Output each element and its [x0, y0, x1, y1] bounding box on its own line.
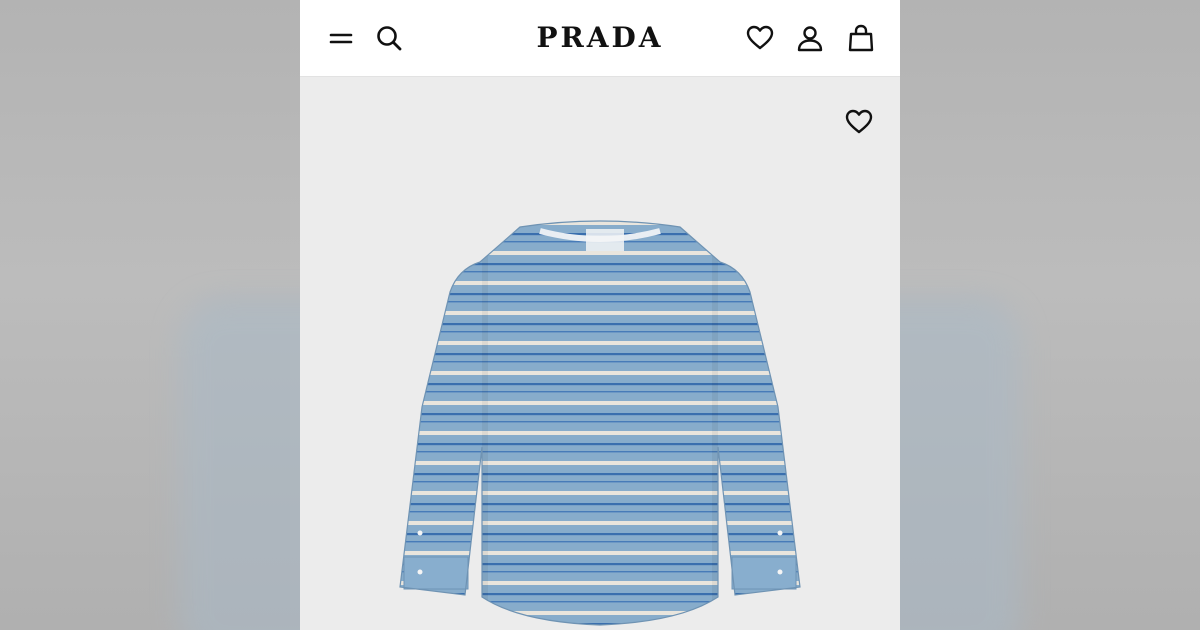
product-wishlist-button[interactable]: [842, 105, 876, 139]
right-blurred-backdrop: [900, 0, 1200, 630]
search-button[interactable]: [371, 20, 407, 56]
product-image[interactable]: [390, 217, 810, 630]
search-icon: [377, 26, 402, 51]
striped-shirt-image: [399, 220, 801, 626]
bag-button[interactable]: [843, 20, 879, 56]
menu-icon: [329, 33, 353, 44]
brand-logo[interactable]: PRADA: [536, 21, 663, 54]
blurred-shirt-ghost: [180, 300, 300, 630]
blurred-shirt-ghost: [900, 300, 1020, 630]
site-header: PRADA: [300, 0, 900, 77]
product-image-area: [300, 77, 900, 630]
user-icon: [797, 26, 823, 52]
screen: PRADA: [0, 0, 1200, 630]
mobile-viewport: PRADA: [300, 0, 900, 630]
menu-button[interactable]: [322, 20, 358, 56]
heart-icon: [746, 25, 774, 50]
shopping-bag-icon: [848, 24, 874, 52]
left-blurred-backdrop: [0, 0, 300, 630]
wishlist-button[interactable]: [742, 20, 778, 56]
account-button[interactable]: [792, 20, 828, 56]
heart-icon: [845, 109, 873, 134]
